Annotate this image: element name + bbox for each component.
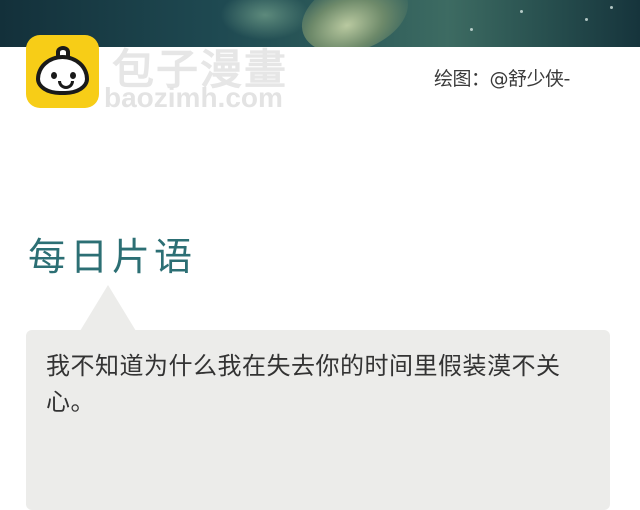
illustration-sparkle [470,28,473,31]
section-heading: 每日片语 [28,235,197,279]
mascot-eye [70,72,76,79]
mascot-mouth [58,81,74,89]
watermark-url: baozimh.com [104,82,283,113]
illustration-foliage [220,0,310,40]
illustration-sparkle [520,10,523,13]
illustration-sparkle [610,6,613,9]
site-logo[interactable] [26,35,99,108]
artist-credit: 绘图：@舒少侠- [434,68,570,90]
quote-bubble: 我不知道为什么我在失去你的时间里假装漠不关心。 [26,330,610,510]
quote-text: 我不知道为什么我在失去你的时间里假装漠不关心。 [46,352,561,416]
bun-mascot-icon [36,55,89,95]
illustration-sparkle [585,18,588,21]
quote-bubble-tail [80,285,136,331]
mascot-eye [51,72,57,79]
